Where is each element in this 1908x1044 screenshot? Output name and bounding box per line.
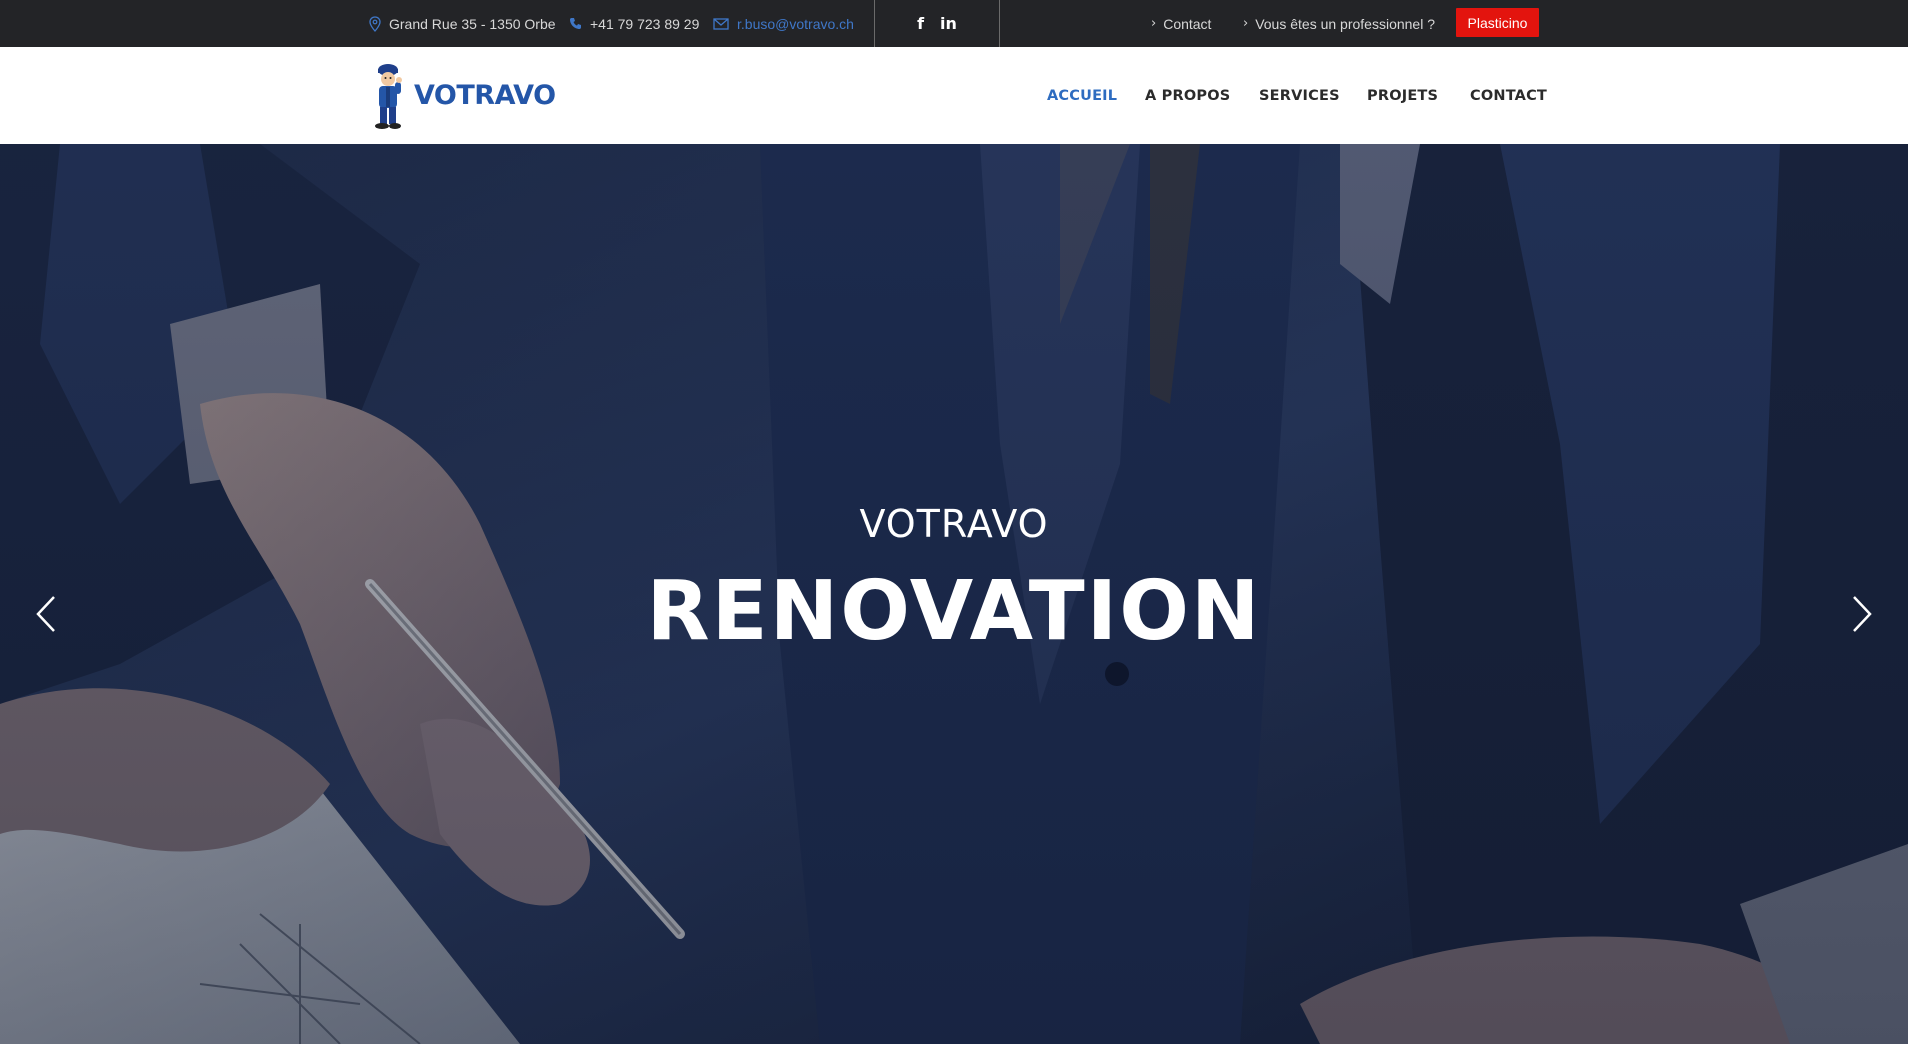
phone-icon xyxy=(570,18,581,29)
hero-slider: VOTRAVO RENOVATION xyxy=(0,144,1908,1044)
address-item: Grand Rue 35 - 1350 Orbe xyxy=(369,0,556,47)
email-link[interactable]: r.buso@votravo.ch xyxy=(737,16,854,32)
nav-item-contact[interactable]: CONTACT xyxy=(1470,47,1547,144)
topbar-link-contact[interactable]: › Contact xyxy=(1151,0,1211,47)
top-bar: Grand Rue 35 - 1350 Orbe +41 79 723 89 2… xyxy=(0,0,1908,47)
mascot-logo-icon xyxy=(375,64,402,129)
hero-subtitle: VOTRAVO xyxy=(859,502,1049,546)
hero-title: RENOVATION xyxy=(646,564,1262,659)
logo[interactable]: VOTRAVO xyxy=(368,59,556,131)
chevron-right-icon: › xyxy=(1243,16,1249,31)
slider-next-button[interactable] xyxy=(1842,584,1882,644)
envelope-icon xyxy=(713,17,729,30)
nav-item-services[interactable]: SERVICES xyxy=(1259,47,1340,144)
map-pin-icon xyxy=(369,15,381,32)
nav-item-a-propos[interactable]: A PROPOS xyxy=(1145,47,1230,144)
email-item[interactable]: r.buso@votravo.ch xyxy=(713,0,854,47)
facebook-icon[interactable]: f xyxy=(917,15,924,32)
phone-item[interactable]: +41 79 723 89 29 xyxy=(569,0,699,47)
topbar-link-label: Vous êtes un professionnel ? xyxy=(1255,15,1435,32)
slider-prev-button[interactable] xyxy=(26,584,66,644)
chevron-right-icon xyxy=(1853,596,1872,632)
chevron-left-icon xyxy=(36,596,55,632)
linkedin-icon[interactable]: in xyxy=(940,15,957,32)
divider xyxy=(999,0,1000,47)
nav-item-accueil[interactable]: ACCUEIL xyxy=(1047,47,1117,144)
chevron-right-icon: › xyxy=(1151,16,1157,31)
topbar-link-label: Contact xyxy=(1163,15,1212,32)
address-text: Grand Rue 35 - 1350 Orbe xyxy=(389,15,556,32)
main-header: VOTRAVO ACCUEIL A PROPOS SERVICES PROJET… xyxy=(0,47,1908,144)
nav-item-projets[interactable]: PROJETS xyxy=(1367,47,1438,144)
logo-text: VOTRAVO xyxy=(414,79,556,111)
phone-text[interactable]: +41 79 723 89 29 xyxy=(590,16,699,32)
plasticino-button[interactable]: Plasticino xyxy=(1456,8,1539,37)
social-links: f in xyxy=(875,0,999,47)
topbar-link-professional[interactable]: › Vous êtes un professionnel ? xyxy=(1243,0,1435,47)
